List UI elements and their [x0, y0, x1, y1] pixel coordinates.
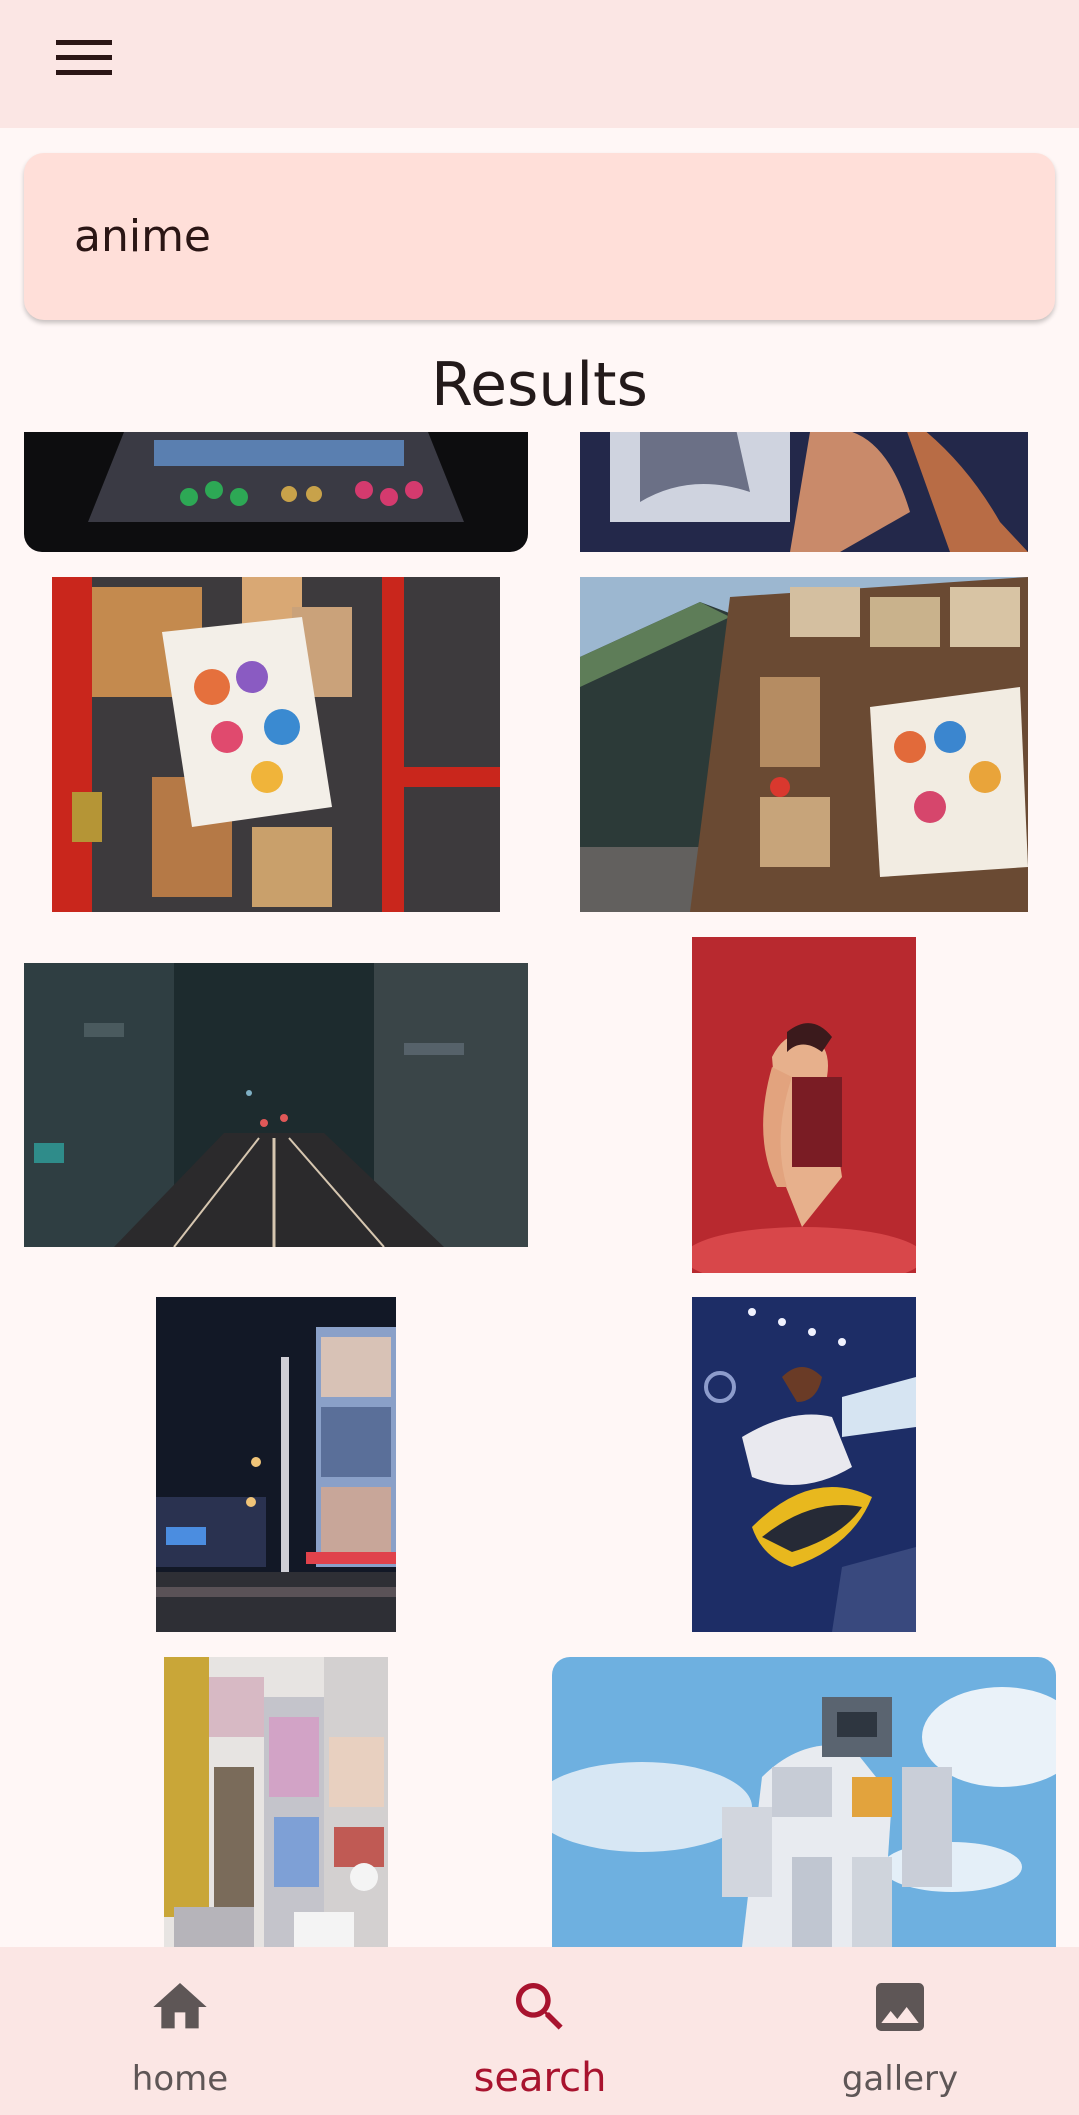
menu-button[interactable]	[42, 16, 126, 100]
result-photo-figure-red[interactable]	[692, 937, 916, 1273]
nav-label-home: home	[131, 2059, 229, 2099]
result-photo-night-street[interactable]	[24, 963, 528, 1247]
nav-label-gallery: gallery	[841, 2059, 959, 2099]
nav-item-home[interactable]: home	[30, 1947, 330, 2115]
app-screen: Results	[0, 0, 1079, 2115]
result-photo-akihabara-day[interactable]	[164, 1657, 388, 1947]
home-icon	[153, 1983, 207, 2029]
result-photo-ema-plaques-red[interactable]	[52, 577, 500, 912]
bottom-navigation: home search gallery	[0, 1947, 1079, 2115]
nav-label-search: search	[473, 2055, 607, 2101]
result-photo-gundam-statue[interactable]	[552, 1657, 1056, 1947]
top-app-bar	[0, 0, 1079, 128]
results-title: Results	[431, 350, 648, 420]
hamburger-menu-icon	[56, 40, 112, 75]
nav-item-gallery[interactable]: gallery	[750, 1947, 1050, 2115]
search-input[interactable]	[74, 211, 974, 262]
results-grid	[0, 432, 1079, 1947]
result-photo-akihabara-night[interactable]	[156, 1297, 396, 1632]
search-icon	[516, 1983, 563, 2030]
gallery-icon	[876, 1983, 924, 2031]
result-photo-arcade-cabinet[interactable]	[24, 432, 528, 552]
result-photo-poster-hand[interactable]	[580, 432, 1028, 552]
nav-item-search[interactable]: search	[390, 1947, 690, 2115]
result-photo-figure-tracer[interactable]	[692, 1297, 916, 1632]
search-field[interactable]	[24, 153, 1055, 320]
result-photo-ema-plaques-shrine[interactable]	[580, 577, 1028, 912]
